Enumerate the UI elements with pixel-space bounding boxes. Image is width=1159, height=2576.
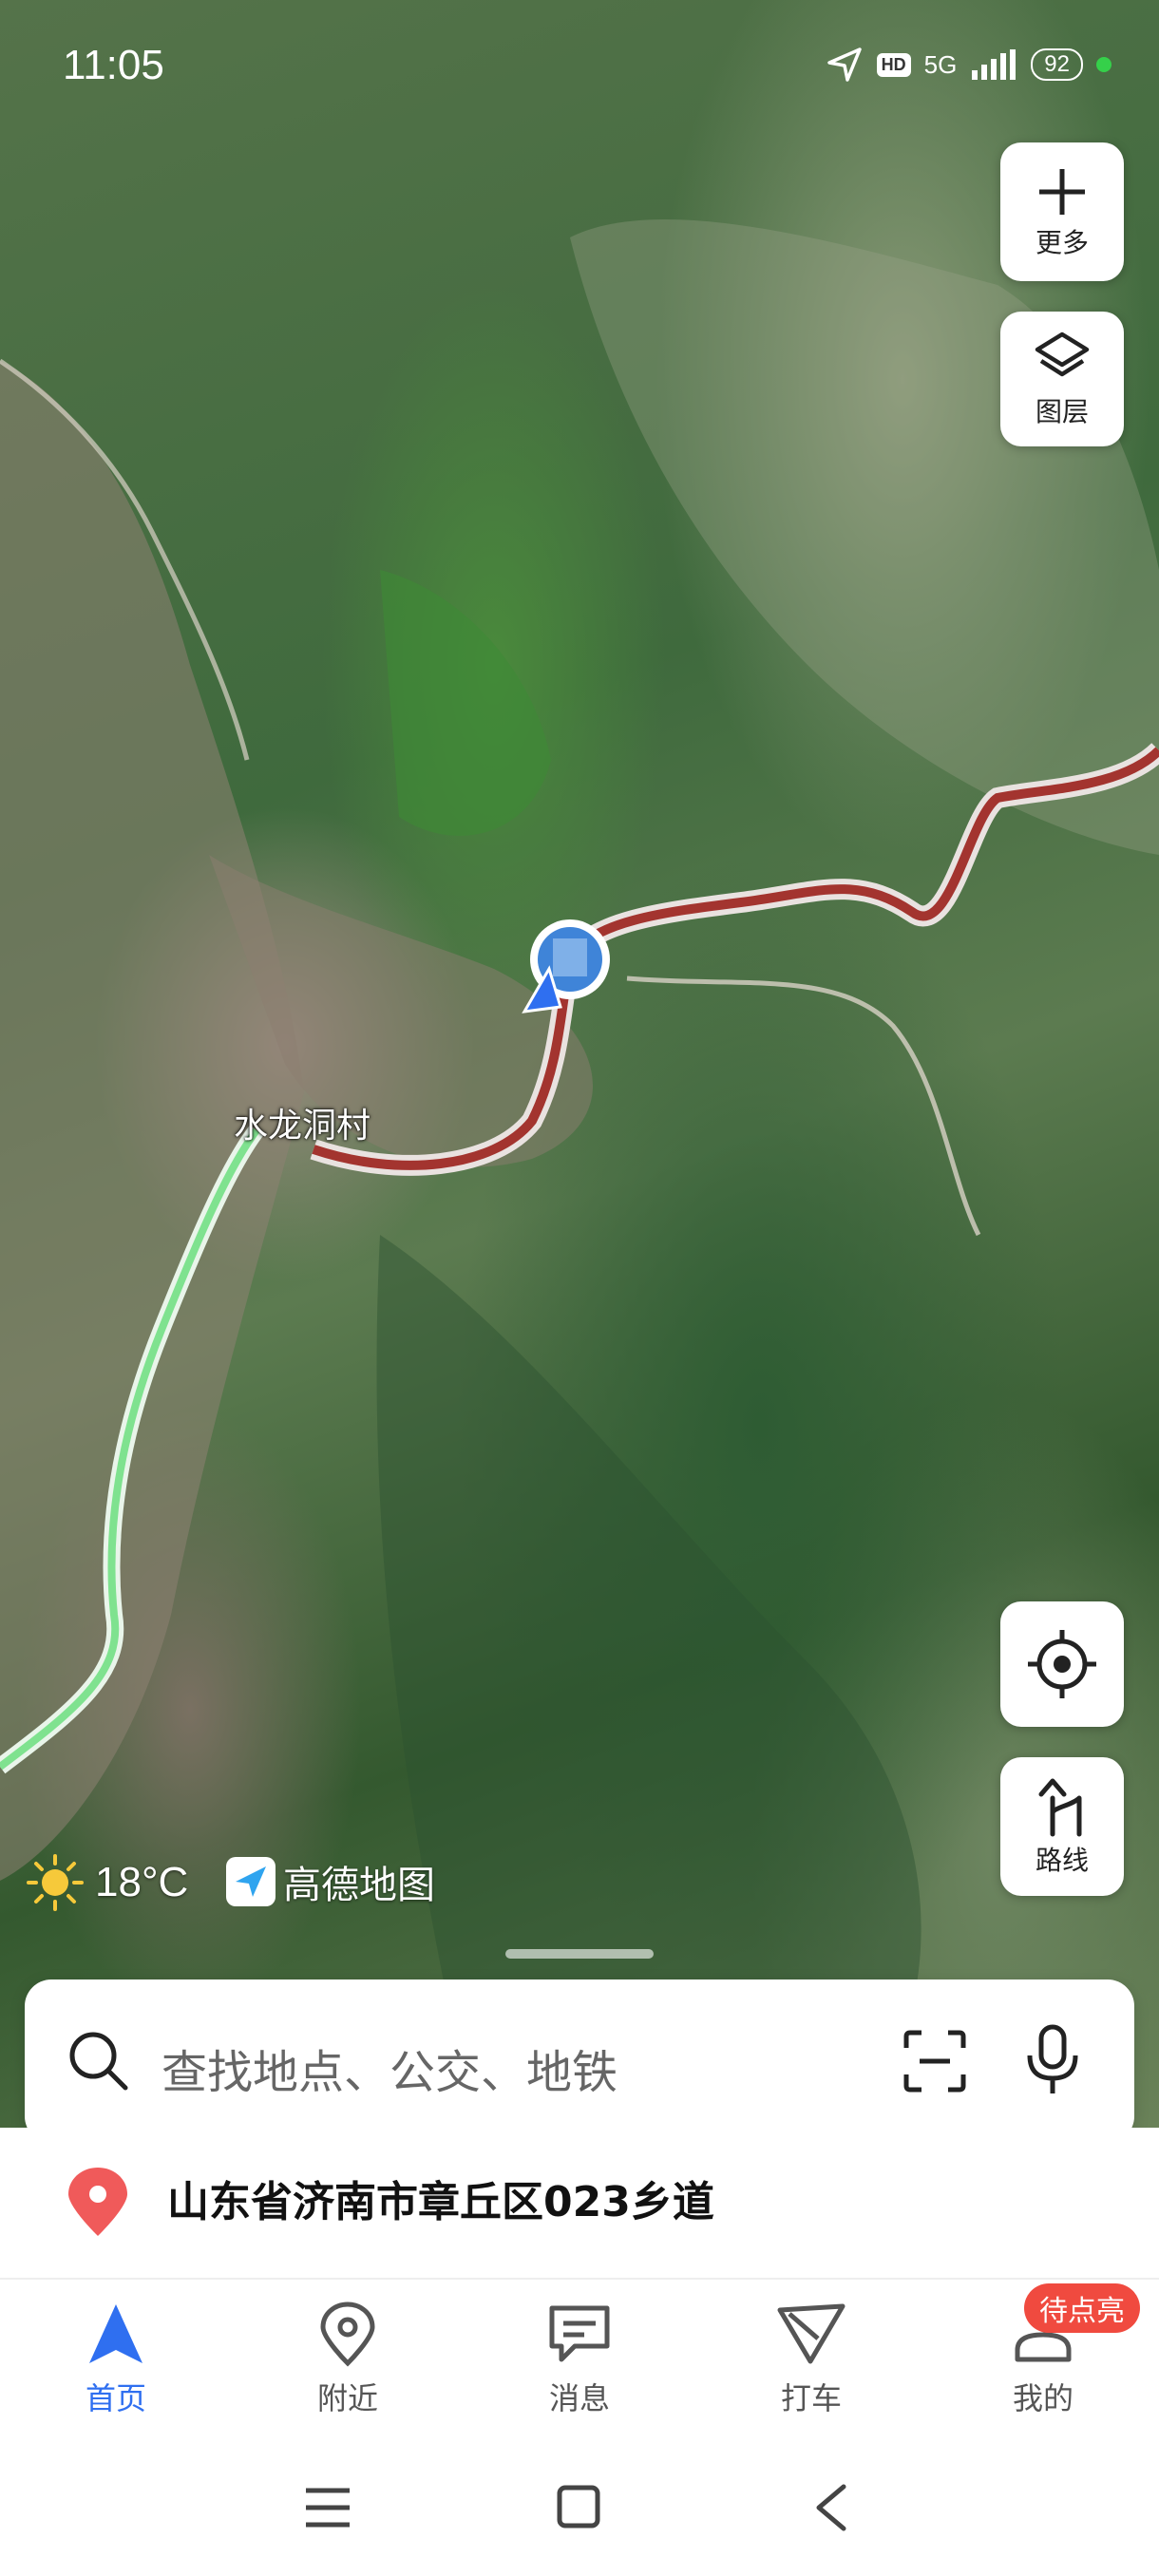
route-icon [1038, 1778, 1082, 1837]
crosshair-icon [1028, 1630, 1096, 1698]
layers-label: 图层 [1035, 396, 1089, 427]
battery-indicator: 92 [1031, 48, 1083, 81]
amap-logo-icon [226, 1857, 276, 1906]
microphone-icon[interactable] [1022, 2023, 1083, 2099]
bottom-tab-bar: 首页 附近 消息 打车 我的 [0, 2280, 1159, 2441]
tab-nearby[interactable]: 附近 [272, 2301, 424, 2418]
weather-widget[interactable]: 18°C [25, 1852, 188, 1913]
tab-messages[interactable]: 消息 [504, 2301, 656, 2418]
brand-name: 高德地图 [283, 1864, 435, 1907]
layers-icon [1035, 331, 1090, 377]
plus-icon [1039, 169, 1085, 215]
status-icons: HD 5G 92 [826, 46, 1112, 84]
map-overlay [0, 218, 1159, 2137]
scan-icon[interactable] [901, 2027, 969, 2095]
signal-icon [972, 49, 1016, 80]
privacy-dot-icon [1096, 57, 1112, 72]
road [626, 975, 981, 1237]
tab-label: 首页 [85, 2380, 146, 2416]
more-button[interactable]: 更多 [1000, 142, 1124, 281]
place-label[interactable]: 水龙洞村 [234, 1098, 370, 1147]
search-bar[interactable]: 查找地点、公交、地铁 [25, 1979, 1134, 2143]
current-address: 山东省济南市章丘区023乡道 [167, 2178, 714, 2226]
satellite-map[interactable]: 水龙洞村 [0, 0, 1159, 2137]
network-label: 5G [923, 49, 958, 79]
navigation-arrow-icon [89, 2304, 142, 2363]
menu-icon[interactable] [304, 2487, 352, 2529]
locate-me-button[interactable] [1000, 1601, 1124, 1727]
route-label: 路线 [1035, 1845, 1089, 1876]
tab-label: 附近 [316, 2380, 378, 2416]
search-icon [69, 2032, 128, 2091]
temperature: 18°C [95, 1859, 189, 1905]
more-label: 更多 [1035, 227, 1089, 258]
forest-area [380, 570, 551, 836]
status-time: 11:05 [63, 42, 164, 88]
back-icon[interactable] [813, 2483, 847, 2532]
tab-label: 我的 [1012, 2380, 1074, 2416]
tab-label: 消息 [548, 2380, 610, 2416]
tab-taxi[interactable]: 打车 [735, 2301, 887, 2418]
status-bar: 11:05 HD 5G 92 [0, 0, 1159, 133]
status-badge[interactable]: 待点亮 [1024, 2283, 1140, 2333]
hd-badge: HD [876, 52, 911, 77]
location-pin-icon [68, 2168, 127, 2236]
current-location-marker[interactable] [522, 919, 610, 1013]
message-icon [549, 2305, 610, 2362]
home-icon[interactable] [557, 2485, 600, 2529]
sun-icon [27, 1854, 84, 1911]
drawer-handle[interactable] [505, 1949, 654, 1959]
location-arrow-icon [826, 47, 862, 82]
tab-home[interactable]: 首页 [40, 2301, 192, 2418]
search-input[interactable]: 查找地点、公交、地铁 [162, 2035, 618, 2101]
system-nav-bar [0, 2441, 1159, 2576]
tab-label: 打车 [780, 2380, 842, 2416]
route-button[interactable]: 路线 [1000, 1757, 1124, 1896]
brand-logo: 高德地图 [226, 1854, 435, 1909]
current-address-row[interactable]: 山东省济南市章丘区023乡道 [0, 2128, 1159, 2278]
layers-button[interactable]: 图层 [1000, 312, 1124, 446]
location-pin-icon [320, 2301, 375, 2367]
taxi-icon [777, 2303, 846, 2364]
